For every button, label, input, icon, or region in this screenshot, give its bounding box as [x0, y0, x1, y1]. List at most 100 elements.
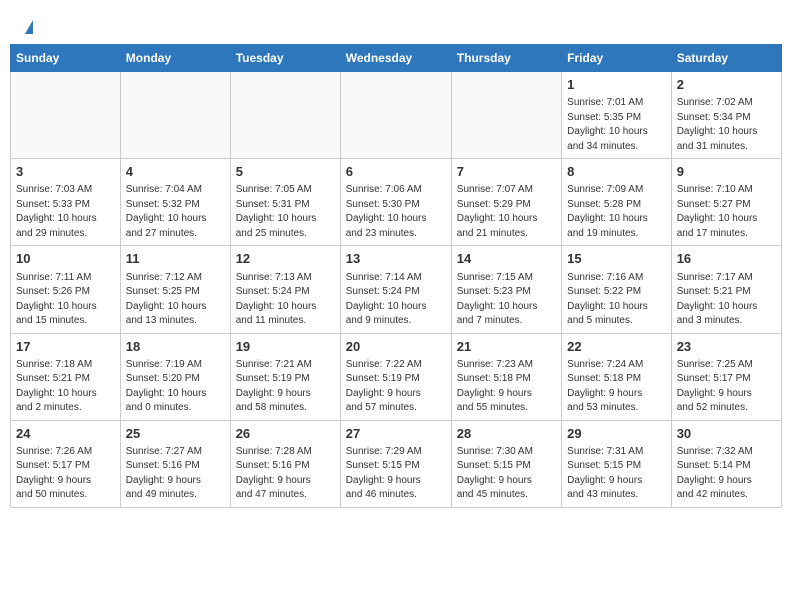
day-info: Sunrise: 7:32 AM Sunset: 5:14 PM Dayligh…: [677, 445, 776, 503]
calendar-cell: [230, 72, 340, 159]
calendar-cell: 9 Sunrise: 7:10 AM Sunset: 5:27 PM Daylig…: [671, 159, 781, 246]
day-number: 10: [16, 250, 115, 268]
page-header: [10, 10, 782, 39]
calendar-cell: 10Sunrise: 7:11 AM Sunset: 5:26 PM Dayli…: [11, 246, 121, 333]
calendar-cell: 3 Sunrise: 7:03 AM Sunset: 5:33 PM Daylig…: [11, 159, 121, 246]
day-number: 21: [457, 338, 556, 356]
calendar-cell: 29 Sunrise: 7:31 AM Sunset: 5:15 PM Dayli…: [562, 420, 672, 507]
day-info: Sunrise: 7:27 AM Sunset: 5:16 PM Dayligh…: [126, 445, 225, 503]
calendar-cell: 21 Sunrise: 7:23 AM Sunset: 5:18 PM Dayli…: [451, 333, 561, 420]
day-number: 15: [567, 250, 666, 268]
day-number: 5: [236, 163, 335, 181]
calendar-cell: 8 Sunrise: 7:09 AM Sunset: 5:28 PM Daylig…: [562, 159, 672, 246]
day-info: Sunrise: 7:19 AM Sunset: 5:20 PM Dayligh…: [126, 358, 225, 416]
day-info: Sunrise: 7:07 AM Sunset: 5:29 PM Dayligh…: [457, 183, 556, 241]
calendar-cell: 2 Sunrise: 7:02 AM Sunset: 5:34 PM Daylig…: [671, 72, 781, 159]
calendar-cell: [340, 72, 451, 159]
day-info: Sunrise: 7:17 AM Sunset: 5:21 PM Dayligh…: [677, 271, 776, 329]
day-header-friday: Friday: [562, 45, 672, 72]
calendar-cell: 18 Sunrise: 7:19 AM Sunset: 5:20 PM Dayli…: [120, 333, 230, 420]
calendar-cell: 15 Sunrise: 7:16 AM Sunset: 5:22 PM Dayli…: [562, 246, 672, 333]
day-info: Sunrise: 7:29 AM Sunset: 5:15 PM Dayligh…: [346, 445, 446, 503]
day-header-saturday: Saturday: [671, 45, 781, 72]
day-info: Sunrise: 7:15 AM Sunset: 5:23 PM Dayligh…: [457, 271, 556, 329]
day-number: 18: [126, 338, 225, 356]
day-info: Sunrise: 7:16 AM Sunset: 5:22 PM Dayligh…: [567, 271, 666, 329]
calendar-header: SundayMondayTuesdayWednesdayThursdayFrid…: [11, 45, 782, 72]
day-number: 14: [457, 250, 556, 268]
calendar-cell: 28 Sunrise: 7:30 AM Sunset: 5:15 PM Dayli…: [451, 420, 561, 507]
logo-triangle-icon: [25, 20, 33, 34]
day-number: 1: [567, 76, 666, 94]
calendar-cell: 16Sunrise: 7:17 AM Sunset: 5:21 PM Dayli…: [671, 246, 781, 333]
day-number: 6: [346, 163, 446, 181]
calendar-cell: 11 Sunrise: 7:12 AM Sunset: 5:25 PM Dayli…: [120, 246, 230, 333]
day-info: Sunrise: 7:10 AM Sunset: 5:27 PM Dayligh…: [677, 183, 776, 241]
day-number: 11: [126, 250, 225, 268]
day-number: 28: [457, 425, 556, 443]
calendar-week-1: 1 Sunrise: 7:01 AM Sunset: 5:35 PM Daylig…: [11, 72, 782, 159]
calendar-week-2: 3 Sunrise: 7:03 AM Sunset: 5:33 PM Daylig…: [11, 159, 782, 246]
day-info: Sunrise: 7:05 AM Sunset: 5:31 PM Dayligh…: [236, 183, 335, 241]
calendar-cell: 6 Sunrise: 7:06 AM Sunset: 5:30 PM Daylig…: [340, 159, 451, 246]
day-header-tuesday: Tuesday: [230, 45, 340, 72]
calendar-cell: [120, 72, 230, 159]
day-number: 19: [236, 338, 335, 356]
day-header-wednesday: Wednesday: [340, 45, 451, 72]
day-number: 29: [567, 425, 666, 443]
day-number: 30: [677, 425, 776, 443]
calendar-cell: 17 Sunrise: 7:18 AM Sunset: 5:21 PM Dayli…: [11, 333, 121, 420]
calendar-week-3: 10Sunrise: 7:11 AM Sunset: 5:26 PM Dayli…: [11, 246, 782, 333]
day-info: Sunrise: 7:31 AM Sunset: 5:15 PM Dayligh…: [567, 445, 666, 503]
calendar-cell: 27Sunrise: 7:29 AM Sunset: 5:15 PM Dayli…: [340, 420, 451, 507]
day-number: 25: [126, 425, 225, 443]
calendar-table: SundayMondayTuesdayWednesdayThursdayFrid…: [10, 44, 782, 508]
calendar-cell: 22 Sunrise: 7:24 AM Sunset: 5:18 PM Dayli…: [562, 333, 672, 420]
calendar-cell: 24 Sunrise: 7:26 AM Sunset: 5:17 PM Dayli…: [11, 420, 121, 507]
day-header-sunday: Sunday: [11, 45, 121, 72]
day-info: Sunrise: 7:03 AM Sunset: 5:33 PM Dayligh…: [16, 183, 115, 241]
calendar-week-4: 17 Sunrise: 7:18 AM Sunset: 5:21 PM Dayli…: [11, 333, 782, 420]
day-number: 22: [567, 338, 666, 356]
day-number: 9: [677, 163, 776, 181]
day-number: 26: [236, 425, 335, 443]
day-info: Sunrise: 7:21 AM Sunset: 5:19 PM Dayligh…: [236, 358, 335, 416]
day-number: 3: [16, 163, 115, 181]
day-info: Sunrise: 7:12 AM Sunset: 5:25 PM Dayligh…: [126, 271, 225, 329]
logo: [20, 20, 33, 34]
day-info: Sunrise: 7:13 AM Sunset: 5:24 PM Dayligh…: [236, 271, 335, 329]
day-info: Sunrise: 7:02 AM Sunset: 5:34 PM Dayligh…: [677, 96, 776, 154]
calendar-cell: 5 Sunrise: 7:05 AM Sunset: 5:31 PM Daylig…: [230, 159, 340, 246]
day-info: Sunrise: 7:25 AM Sunset: 5:17 PM Dayligh…: [677, 358, 776, 416]
day-number: 17: [16, 338, 115, 356]
day-number: 24: [16, 425, 115, 443]
day-number: 23: [677, 338, 776, 356]
day-info: Sunrise: 7:23 AM Sunset: 5:18 PM Dayligh…: [457, 358, 556, 416]
day-info: Sunrise: 7:06 AM Sunset: 5:30 PM Dayligh…: [346, 183, 446, 241]
calendar-cell: 19 Sunrise: 7:21 AM Sunset: 5:19 PM Dayli…: [230, 333, 340, 420]
calendar-cell: 14 Sunrise: 7:15 AM Sunset: 5:23 PM Dayli…: [451, 246, 561, 333]
day-info: Sunrise: 7:18 AM Sunset: 5:21 PM Dayligh…: [16, 358, 115, 416]
calendar-cell: 4 Sunrise: 7:04 AM Sunset: 5:32 PM Daylig…: [120, 159, 230, 246]
day-info: Sunrise: 7:04 AM Sunset: 5:32 PM Dayligh…: [126, 183, 225, 241]
day-info: Sunrise: 7:09 AM Sunset: 5:28 PM Dayligh…: [567, 183, 666, 241]
calendar-cell: 23 Sunrise: 7:25 AM Sunset: 5:17 PM Dayli…: [671, 333, 781, 420]
day-number: 7: [457, 163, 556, 181]
day-header-monday: Monday: [120, 45, 230, 72]
calendar-cell: [451, 72, 561, 159]
day-info: Sunrise: 7:14 AM Sunset: 5:24 PM Dayligh…: [346, 271, 446, 329]
day-info: Sunrise: 7:24 AM Sunset: 5:18 PM Dayligh…: [567, 358, 666, 416]
day-info: Sunrise: 7:26 AM Sunset: 5:17 PM Dayligh…: [16, 445, 115, 503]
day-number: 12: [236, 250, 335, 268]
day-info: Sunrise: 7:30 AM Sunset: 5:15 PM Dayligh…: [457, 445, 556, 503]
day-number: 4: [126, 163, 225, 181]
day-info: Sunrise: 7:22 AM Sunset: 5:19 PM Dayligh…: [346, 358, 446, 416]
day-header-thursday: Thursday: [451, 45, 561, 72]
calendar-cell: 12 Sunrise: 7:13 AM Sunset: 5:24 PM Dayli…: [230, 246, 340, 333]
day-info: Sunrise: 7:01 AM Sunset: 5:35 PM Dayligh…: [567, 96, 666, 154]
calendar-cell: 13Sunrise: 7:14 AM Sunset: 5:24 PM Dayli…: [340, 246, 451, 333]
day-number: 8: [567, 163, 666, 181]
day-number: 2: [677, 76, 776, 94]
calendar-cell: 30 Sunrise: 7:32 AM Sunset: 5:14 PM Dayli…: [671, 420, 781, 507]
calendar-cell: 1 Sunrise: 7:01 AM Sunset: 5:35 PM Daylig…: [562, 72, 672, 159]
